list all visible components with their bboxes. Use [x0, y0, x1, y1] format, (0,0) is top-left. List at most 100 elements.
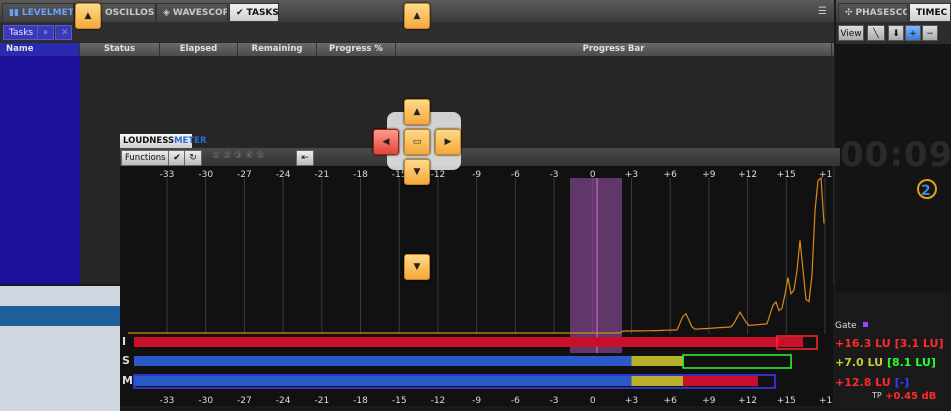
tab-timecode[interactable]: TIMEC: [909, 3, 951, 21]
column-elapsed[interactable]: Elapsed: [160, 43, 238, 56]
column-progress-bar[interactable]: Progress Bar: [396, 43, 832, 56]
integrated-bar: [134, 337, 804, 347]
minus-icon[interactable]: −: [922, 25, 938, 41]
tasks-button[interactable]: Tasks: [3, 25, 40, 40]
dock-arrow-up[interactable]: ▲: [404, 99, 430, 125]
dock-arrow-bottom[interactable]: ▼: [404, 254, 430, 280]
timecode-toolbar: View ╲ ⬇ + −: [836, 22, 951, 44]
down-arrow-icon[interactable]: ⬇: [888, 25, 904, 41]
scale-tick-label: -12: [431, 170, 446, 180]
tab-tasks-label: TASKS: [246, 8, 279, 18]
integrated-readout: +16.3 LU [3.1 LU]: [835, 337, 944, 350]
gate-label: Gate: [835, 321, 857, 331]
gate-indicator: [863, 322, 868, 327]
tab-levelmeter[interactable]: ▮▮LEVELMETER: [2, 3, 74, 21]
momentary-bar-red: [683, 376, 758, 386]
scale-tick-label: -21: [314, 170, 329, 180]
phasescope-icon: ✣: [845, 8, 853, 18]
scale-tick-label: -3: [550, 396, 559, 406]
scale-tick-label: -18: [353, 170, 368, 180]
scale-tick-label: +12: [738, 170, 757, 180]
scale-tick-label: -12: [431, 396, 446, 406]
scale-tick-label: -33: [160, 170, 175, 180]
loudness-curve: [128, 176, 825, 334]
scale-tick-label: -30: [198, 396, 213, 406]
timecode-display: 00:09: [840, 135, 951, 175]
logo-icon: 2: [916, 176, 938, 207]
scale-tick-label: -24: [276, 396, 291, 406]
preset-slots[interactable]: ①②③④⑤: [212, 151, 267, 161]
target-zone: [570, 178, 622, 353]
scale-tick-label: +18 LU: [819, 396, 833, 406]
panel-menu-icon[interactable]: ☰: [818, 6, 827, 17]
scale-tick-label: 0: [590, 170, 596, 180]
scale-tick-label: -6: [511, 170, 520, 180]
check-icon: ✔: [236, 8, 244, 18]
dock-arrow-right[interactable]: ▶: [435, 129, 461, 155]
tab-phasescope-label: PHASESCOPE: [855, 8, 907, 18]
dock-arrow-top[interactable]: ▲: [404, 3, 430, 29]
column-status[interactable]: Status: [80, 43, 160, 56]
loudness-toolbar: Functions ✔ ↻ ①②③④⑤ ⇤: [120, 148, 840, 166]
scale-tick-label: 0: [590, 396, 596, 406]
short-term-bar-blue: [134, 356, 632, 366]
reset-icon[interactable]: ↻: [184, 150, 202, 166]
tab-wavescope[interactable]: ◈WAVESCOPE: [156, 3, 228, 21]
tab-levelmeter-label: LEVELMETER: [21, 8, 74, 18]
loudness-title-accent: METER: [174, 136, 207, 146]
momentary-readout: +12.8 LU [-]: [835, 376, 910, 389]
momentary-bar-yellow: [631, 376, 684, 386]
scale-tick-label: -24: [276, 170, 291, 180]
scale-tick-label: +15: [777, 396, 796, 406]
column-name[interactable]: Name: [0, 43, 80, 56]
plus-icon[interactable]: +: [905, 25, 921, 41]
jump-start-icon[interactable]: ⇤: [296, 150, 314, 166]
wavescope-icon: ◈: [163, 8, 170, 18]
scale-tick-label: +3: [625, 396, 638, 406]
momentary-bar-blue: [134, 376, 632, 386]
dock-arrow-down[interactable]: ▼: [404, 159, 430, 185]
view-button[interactable]: View: [838, 25, 864, 41]
scale-tick-label: -9: [472, 396, 481, 406]
scale-tick-label: +3: [625, 170, 638, 180]
short-term-readout: +7.0 LU [8.1 LU]: [835, 356, 936, 369]
column-remaining[interactable]: Remaining: [238, 43, 317, 56]
pause-icon[interactable]: ⏸: [37, 25, 54, 40]
scale-tick-label: -6: [511, 396, 520, 406]
loudness-title-main: LOUDNESS: [123, 136, 175, 146]
scale-tick-label: -30: [198, 170, 213, 180]
scale-tick-label: +6: [664, 396, 678, 406]
scale-tick-label: -27: [237, 396, 252, 406]
tasks-name-column: [0, 56, 80, 284]
dock-arrow-left[interactable]: ◀: [373, 129, 399, 155]
levelmeter-icon: ▮▮: [9, 8, 19, 18]
short-term-bar-yellow: [631, 356, 684, 366]
scale-tick-label: -33: [160, 396, 175, 406]
slash-icon[interactable]: ╲: [867, 25, 885, 41]
row-label-integrated: I: [122, 335, 127, 348]
short-term-range-box: [682, 354, 792, 369]
dock-center[interactable]: ▭: [404, 129, 430, 155]
scale-tick-label: +6: [664, 170, 678, 180]
row-label-short-term: S: [122, 354, 130, 367]
right-tab-bar: ✣PHASESCOPE TIMEC: [836, 0, 951, 22]
scale-tick-label: +9: [702, 170, 716, 180]
scale-tick-label: +12: [738, 396, 757, 406]
tab-tasks[interactable]: ✔ TASKS: [229, 3, 279, 21]
dock-arrow-top-left[interactable]: ▲: [75, 3, 101, 29]
tab-wavescope-label: WAVESCOPE: [172, 8, 227, 18]
tab-phasescope[interactable]: ✣PHASESCOPE: [838, 3, 908, 21]
scale-tick-label: -15: [392, 396, 407, 406]
loudness-meter-title-tab[interactable]: LOUDNESSMETER: [120, 134, 207, 148]
column-progress-percent[interactable]: Progress %: [317, 43, 396, 56]
true-peak-label: TP: [872, 391, 882, 400]
scale-tick-label: -3: [550, 170, 559, 180]
scale-tick-label: +9: [702, 396, 716, 406]
functions-button[interactable]: Functions: [121, 150, 170, 166]
scale-tick-label: +15: [777, 170, 796, 180]
background-window: [0, 286, 120, 411]
tasks-table-header: Name Status Elapsed Remaining Progress %…: [0, 43, 834, 56]
close-icon[interactable]: ✕: [55, 25, 72, 40]
tab-timecode-label: TIMEC: [916, 8, 948, 18]
scale-tick-label: -9: [472, 170, 481, 180]
